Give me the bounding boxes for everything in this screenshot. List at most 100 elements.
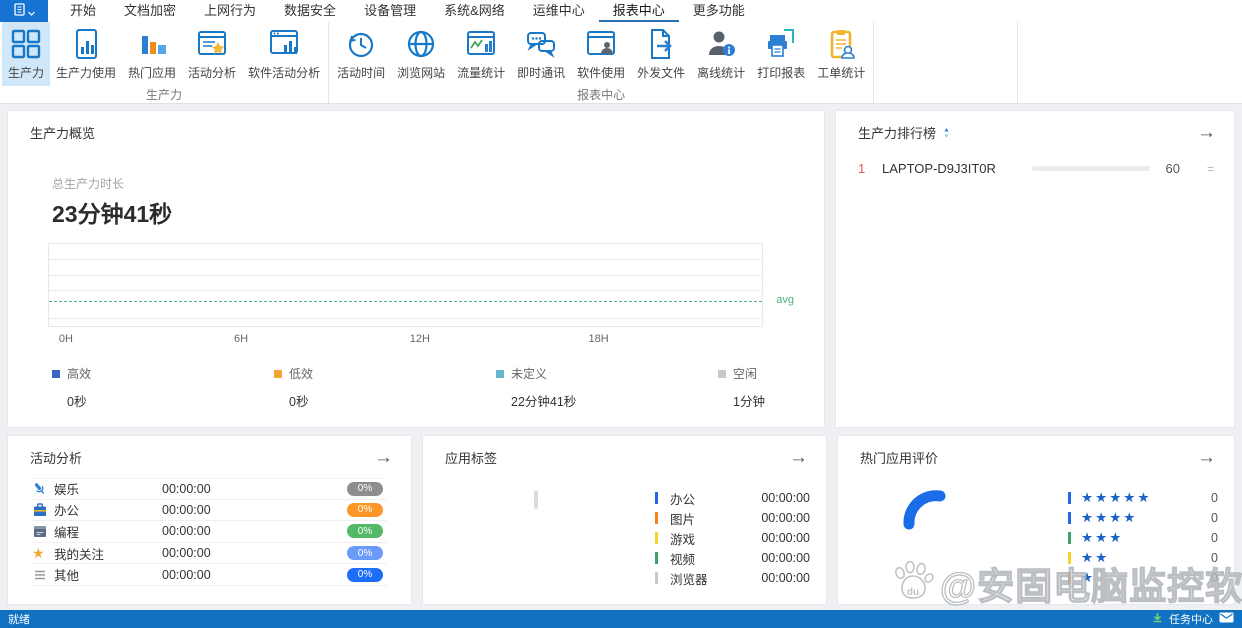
ribbon-group-productivity: 生产力 生产力使用 热门应用 活动分析 软件活动分析 生产力 [0, 22, 329, 103]
score-value: 60 [1166, 161, 1180, 176]
chart-legend: 高效 0秒 低效 0秒 未定义 22分钟41秒 空闲 1分钟 [52, 365, 804, 410]
window-star-icon [195, 27, 229, 61]
rating-count: 0 [1211, 491, 1218, 505]
ribbon-group-title: 生产力 [2, 86, 326, 106]
app-document-icon [13, 3, 26, 19]
star-rating: ★★★★ [1081, 511, 1137, 525]
tag-row-pictures: 图片 00:00:00 [655, 508, 810, 528]
legend-swatch [274, 370, 282, 378]
tag-color-bar [655, 492, 658, 504]
tag-row-office: 办公 00:00:00 [655, 488, 810, 508]
menu-item-data-security[interactable]: 数据安全 [270, 0, 350, 22]
legend-item-inefficient: 低效 0秒 [274, 365, 496, 410]
ribbon-button-label: 活动分析 [188, 64, 236, 81]
ribbon-button-software-usage[interactable]: 软件使用 [571, 22, 631, 86]
total-productivity-label: 总生产力时长 [52, 175, 124, 192]
tag-color-bar [655, 512, 658, 524]
message-icon[interactable] [1219, 612, 1234, 626]
avg-line: avg [49, 301, 762, 302]
ribbon-toolbar: 生产力 生产力使用 热门应用 活动分析 软件活动分析 生产力 [0, 22, 1242, 104]
menu-item-doc-encryption[interactable]: 文档加密 [110, 0, 190, 22]
ribbon-button-label: 生产力 [8, 64, 44, 81]
activity-row-entertainment: 娱乐 00:00:00 0% [32, 478, 387, 500]
ribbon-button-browse-website[interactable]: 浏览网站 [391, 22, 451, 86]
ribbon-button-activity-time[interactable]: 活动时间 [331, 22, 391, 86]
activity-label: 编程 [54, 522, 162, 541]
ranking-row[interactable]: 1 LAPTOP-D9J3IT0R 60 = [858, 161, 1214, 176]
x-tick: 0H [59, 333, 73, 345]
avg-label: avg [776, 294, 794, 306]
legend-label: 未定义 [511, 365, 547, 382]
ribbon-button-hot-apps[interactable]: 热门应用 [122, 22, 182, 86]
legend-item-idle: 空闲 1分钟 [718, 365, 804, 410]
ribbon-button-activity-analysis[interactable]: 活动分析 [182, 22, 242, 86]
tag-time: 00:00:00 [761, 511, 810, 525]
menu-item-ops-center[interactable]: 运维中心 [519, 0, 599, 22]
arrow-right-icon[interactable]: → [374, 451, 393, 465]
menu-lines-icon [32, 567, 48, 583]
task-center-link[interactable]: 任务中心 [1169, 611, 1213, 627]
sort-icon[interactable] [942, 127, 951, 139]
ribbon-button-productivity-usage[interactable]: 生产力使用 [50, 22, 122, 86]
ribbon-button-work-order-stats[interactable]: 工单统计 [811, 22, 871, 86]
trend-equal-icon: = [1180, 162, 1214, 176]
star-icon: ★ [32, 545, 48, 561]
download-icon [1152, 612, 1163, 626]
ribbon-button-print-report[interactable]: 打印报表 [751, 22, 811, 86]
activity-rows: 娱乐 00:00:00 0% 办公 00:00:00 0% 编程 00:00:0… [32, 478, 387, 586]
chat-icon [524, 27, 558, 61]
productivity-timeline-chart: avg [48, 243, 763, 327]
menu-item-system-network[interactable]: 系统&网络 [430, 0, 519, 22]
status-ready-text: 就绪 [8, 611, 30, 627]
ribbon-group-report-center: 活动时间 浏览网站 流量统计 即时通讯 软件使用 外发文件 [329, 22, 874, 103]
ribbon-button-traffic-stats[interactable]: 流量统计 [451, 22, 511, 86]
tag-label: 浏览器 [670, 569, 708, 588]
percent-badge: 0% [347, 524, 383, 538]
rating-row-4-star: ★★★★ 0 [1068, 508, 1218, 528]
legend-value: 1分钟 [733, 391, 804, 410]
ribbon-button-productivity[interactable]: 生产力 [2, 22, 50, 86]
clock-history-icon [344, 27, 378, 61]
rating-row-1-star: ★ 0 [1068, 568, 1218, 588]
ribbon-button-label: 软件使用 [577, 64, 625, 81]
panel-app-tags: 应用标签 → 办公 00:00:00 图片 00:00:00 游戏 [422, 435, 827, 605]
caret-down-icon [28, 4, 35, 19]
ribbon-button-label: 软件活动分析 [248, 64, 320, 81]
rating-color-bar [1068, 572, 1071, 584]
app-menu-button[interactable] [0, 0, 48, 22]
ribbon-button-outgoing-files[interactable]: 外发文件 [631, 22, 691, 86]
menu-item-web-behavior[interactable]: 上网行为 [190, 0, 270, 22]
panel-title: 生产力概览 [30, 123, 95, 142]
menu-item-start[interactable]: 开始 [56, 0, 110, 22]
window-bars-icon [267, 27, 301, 61]
x-tick: 12H [410, 333, 430, 345]
menu-item-report-center[interactable]: 报表中心 [599, 0, 679, 22]
arrow-right-icon[interactable]: → [1197, 451, 1216, 465]
ribbon-button-offline-stats[interactable]: 离线统计 [691, 22, 751, 86]
activity-label: 我的关注 [54, 544, 162, 563]
panel-title: 热门应用评价 [860, 448, 938, 467]
menu-item-more-functions[interactable]: 更多功能 [679, 0, 759, 22]
activity-label: 办公 [54, 500, 162, 519]
panel-hot-app-ratings: 热门应用评价 → ★★★★★ 0 ★★★★ 0 ★★★ [837, 435, 1235, 605]
star-rating: ★ [1081, 571, 1095, 585]
percent-badge: 0% [347, 482, 383, 496]
arrow-right-icon[interactable]: → [1197, 126, 1216, 140]
ribbon-button-label: 浏览网站 [397, 64, 445, 81]
arrow-right-icon[interactable]: → [789, 451, 808, 465]
rating-count: 0 [1211, 531, 1218, 545]
tag-color-bar [655, 532, 658, 544]
ribbon-button-instant-messaging[interactable]: 即时通讯 [511, 22, 571, 86]
rating-count: 0 [1211, 511, 1218, 525]
ribbon-group-empty [874, 22, 1018, 103]
menu-item-device-mgmt[interactable]: 设备管理 [350, 0, 430, 22]
activity-row-programming: 编程 00:00:00 0% [32, 521, 387, 543]
activity-time: 00:00:00 [162, 546, 347, 560]
percent-badge: 0% [347, 568, 383, 582]
user-info-icon [704, 27, 738, 61]
ribbon-button-label: 活动时间 [337, 64, 385, 81]
tag-label: 视频 [670, 549, 695, 568]
ribbon-button-software-activity[interactable]: 软件活动分析 [242, 22, 326, 86]
legend-swatch [496, 370, 504, 378]
clipboard-user-icon [824, 27, 858, 61]
